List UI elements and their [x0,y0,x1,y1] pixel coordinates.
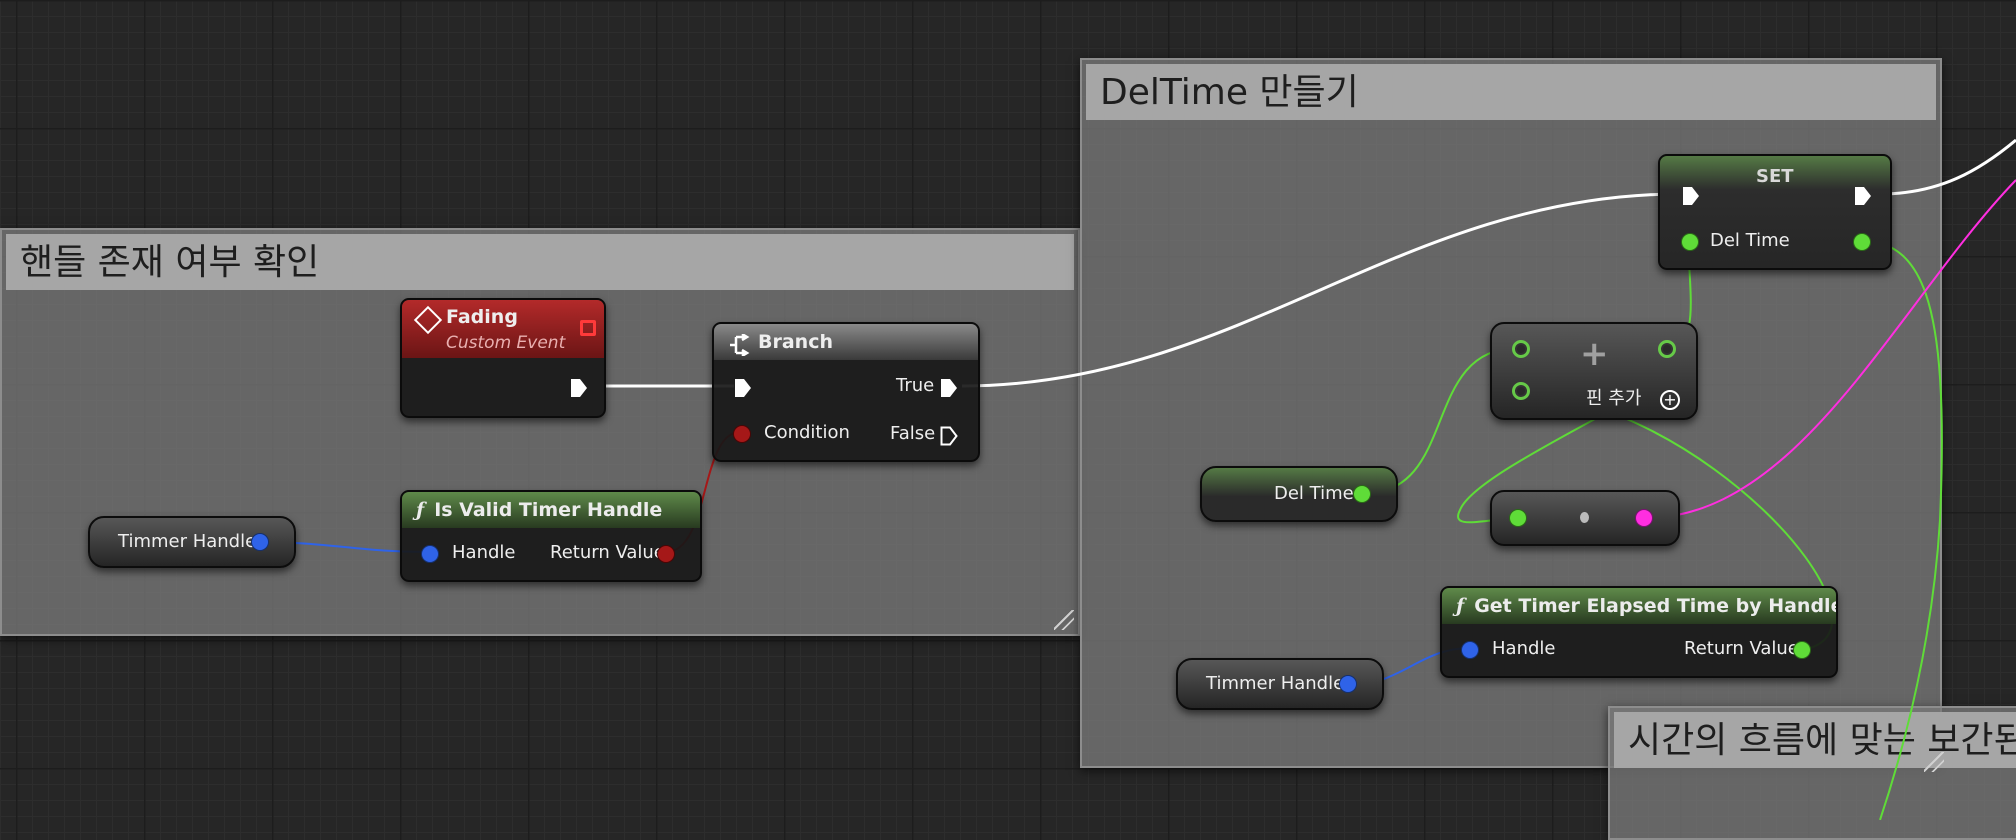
timer-handle-out-pin[interactable] [252,534,268,550]
deltime-var-label: Del Time [1274,483,1354,504]
set-title: SET [1756,166,1794,187]
condition-pin[interactable] [734,426,750,442]
add-pin-icon[interactable]: + [1660,390,1680,410]
comment-title[interactable]: DelTime 만들기 [1086,64,1936,120]
is-valid-header: ƒ Is Valid Timer Handle [402,492,700,528]
timer-handle-variable-node[interactable]: Timmer Handle [1176,658,1384,710]
handle-label: Handle [1492,638,1556,659]
deltime-variable-node[interactable]: Del Time [1200,466,1398,522]
deltime-in-pin[interactable] [1682,234,1698,250]
is-valid-title: Is Valid Timer Handle [434,499,663,521]
fading-event-node[interactable]: Fading Custom Event [400,298,606,418]
delegate-pin-icon[interactable] [580,320,596,336]
deltime-out-pin[interactable] [1854,234,1870,250]
function-icon: ƒ [1456,595,1465,617]
multiply-output-pin[interactable] [1636,510,1652,526]
timer-handle-label: Timmer Handle [1206,673,1345,694]
fading-event-header: Fading Custom Event [402,300,604,358]
branch-true-label: True [896,375,935,396]
comment-title[interactable]: 핸들 존재 여부 확인 [6,234,1074,290]
add-pin-label[interactable]: 핀 추가 [1586,388,1641,410]
get-elapsed-title: Get Timer Elapsed Time by Handle [1474,595,1836,617]
add-float-node[interactable]: + 핀 추가 + [1490,322,1698,420]
multiply-dot-icon [1580,512,1589,523]
branch-icon [728,332,750,368]
fading-title: Fading [446,306,518,328]
add-input-b-pin[interactable] [1512,382,1530,400]
timer-handle-variable-node[interactable]: Timmer Handle [88,516,296,568]
return-value-label: Return Value [1684,638,1799,659]
event-diamond-icon [413,305,443,335]
branch-header: Branch [714,324,978,360]
is-valid-timer-handle-node[interactable]: ƒ Is Valid Timer Handle Handle Return Val… [400,490,702,582]
comment-title[interactable]: 시간의 흐름에 맞는 보간된 [1614,712,2016,768]
set-var-label: Del Time [1710,230,1790,251]
handle-in-pin[interactable] [1462,642,1478,658]
handle-in-pin[interactable] [422,546,438,562]
return-value-pin[interactable] [1794,642,1810,658]
get-elapsed-header: ƒ Get Timer Elapsed Time by Handle [1442,588,1836,624]
handle-label: Handle [452,542,516,563]
branch-false-label: False [890,423,936,444]
timer-handle-label: Timmer Handle [118,531,257,552]
return-value-pin[interactable] [658,546,674,562]
branch-title: Branch [758,331,833,353]
deltime-var-out-pin[interactable] [1354,486,1370,502]
resize-grip[interactable] [1924,752,1944,772]
timer-handle-out-pin[interactable] [1340,676,1356,692]
branch-condition-label: Condition [764,422,850,443]
plus-icon: + [1580,334,1609,374]
branch-node[interactable]: Branch True Condition False [712,322,980,462]
get-timer-elapsed-node[interactable]: ƒ Get Timer Elapsed Time by Handle Handle… [1440,586,1838,678]
multiply-node[interactable] [1490,490,1680,546]
set-deltime-node[interactable]: SET Del Time [1658,154,1892,270]
multiply-input-pin[interactable] [1510,510,1526,526]
return-value-label: Return Value [550,542,665,563]
resize-grip[interactable] [1054,610,1074,630]
add-input-a-pin[interactable] [1512,340,1530,358]
function-icon: ƒ [416,499,425,521]
add-output-pin[interactable] [1658,340,1676,358]
fading-subtitle: Custom Event [446,333,566,353]
